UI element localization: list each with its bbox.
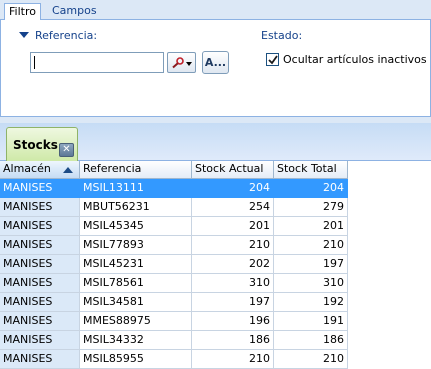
cell-referencia[interactable]: MSIL34581 xyxy=(80,293,192,312)
cell-stock-actual[interactable]: 202 xyxy=(192,255,274,274)
cell-referencia[interactable]: MSIL34332 xyxy=(80,331,192,350)
cell-referencia[interactable]: MSIL85955 xyxy=(80,350,192,369)
table-row[interactable]: MANISES MSIL85955 210 210 xyxy=(0,350,348,369)
panel-separator xyxy=(0,116,431,123)
cell-almacen[interactable]: MANISES xyxy=(0,236,80,255)
cell-referencia[interactable]: MMES88975 xyxy=(80,312,192,331)
referencia-input[interactable] xyxy=(30,52,164,73)
text-caret xyxy=(34,56,35,69)
cell-stock-total[interactable]: 191 xyxy=(274,312,348,331)
cell-stock-total[interactable]: 210 xyxy=(274,350,348,369)
cell-almacen[interactable]: MANISES xyxy=(0,350,80,369)
table-row[interactable]: MANISES MSIL34581 197 192 xyxy=(0,293,348,312)
cell-stock-actual[interactable]: 196 xyxy=(192,312,274,331)
cell-almacen[interactable]: MANISES xyxy=(0,217,80,236)
cell-almacen[interactable]: MANISES xyxy=(0,255,80,274)
cell-stock-actual[interactable]: 310 xyxy=(192,274,274,293)
hide-inactive-checkbox[interactable] xyxy=(266,53,279,66)
cell-stock-actual[interactable]: 186 xyxy=(192,331,274,350)
search-dropdown-button[interactable] xyxy=(167,52,196,73)
cell-almacen[interactable]: MANISES xyxy=(0,198,80,217)
hide-inactive-label[interactable]: Ocultar artículos inactivos xyxy=(283,53,427,66)
table-row[interactable]: MANISES MSIL77893 210 210 xyxy=(0,236,348,255)
results-tab-strip: Stocks ✕ xyxy=(0,123,431,161)
referencia-section-header[interactable]: Referencia: xyxy=(19,29,97,42)
column-header-label: Stock Total xyxy=(277,162,337,175)
tab-campos[interactable]: Campos xyxy=(48,3,101,20)
cell-stock-total[interactable]: 201 xyxy=(274,217,348,236)
cell-stock-total[interactable]: 197 xyxy=(274,255,348,274)
estado-label: Estado: xyxy=(261,29,303,42)
column-header-label: Almacén xyxy=(3,162,51,175)
column-header-stock-total[interactable]: Stock Total xyxy=(274,161,348,179)
cell-almacen[interactable]: MANISES xyxy=(0,312,80,331)
column-header-label: Stock Actual xyxy=(195,162,264,175)
cell-stock-actual[interactable]: 201 xyxy=(192,217,274,236)
column-header-stock-actual[interactable]: Stock Actual xyxy=(192,161,274,179)
close-icon[interactable]: ✕ xyxy=(59,143,74,157)
cell-stock-total[interactable]: 186 xyxy=(274,331,348,350)
table-row[interactable]: MANISES MBUT56231 254 279 xyxy=(0,198,348,217)
chevron-down-icon xyxy=(186,62,192,66)
cell-referencia[interactable]: MSIL45345 xyxy=(80,217,192,236)
table-row[interactable]: MANISES MSIL45345 201 201 xyxy=(0,217,348,236)
cell-almacen[interactable]: MANISES xyxy=(0,293,80,312)
referencia-label: Referencia: xyxy=(35,29,98,42)
cell-referencia[interactable]: MSIL13111 xyxy=(80,179,192,198)
tab-filtro[interactable]: Filtro xyxy=(4,3,41,21)
tab-stocks[interactable]: Stocks ✕ xyxy=(6,127,78,161)
advanced-search-button[interactable]: A... xyxy=(202,51,229,74)
cell-referencia[interactable]: MSIL45231 xyxy=(80,255,192,274)
column-header-referencia[interactable]: Referencia xyxy=(80,161,192,179)
sort-ascending-icon xyxy=(63,167,73,173)
table-row[interactable]: MANISES MSIL78561 310 310 xyxy=(0,274,348,293)
stocks-grid: Almacén Referencia Stock Actual Stock To… xyxy=(0,161,431,369)
search-icon xyxy=(172,57,184,69)
cell-referencia[interactable]: MBUT56231 xyxy=(80,198,192,217)
cell-stock-actual[interactable]: 254 xyxy=(192,198,274,217)
table-row[interactable]: MANISES MMES88975 196 191 xyxy=(0,312,348,331)
column-header-label: Referencia xyxy=(83,162,142,175)
cell-stock-total[interactable]: 279 xyxy=(274,198,348,217)
cell-stock-actual[interactable]: 210 xyxy=(192,236,274,255)
cell-stock-total[interactable]: 310 xyxy=(274,274,348,293)
grid-header: Almacén Referencia Stock Actual Stock To… xyxy=(0,161,348,179)
collapse-triangle-icon[interactable] xyxy=(19,32,29,38)
cell-stock-total[interactable]: 204 xyxy=(274,179,348,198)
checkmark-icon xyxy=(268,55,278,65)
column-header-almacen[interactable]: Almacén xyxy=(0,161,80,179)
table-row[interactable]: MANISES MSIL13111 204 204 xyxy=(0,179,348,198)
stocks-tab-label: Stocks xyxy=(13,138,58,152)
table-row[interactable]: MANISES MSIL45231 202 197 xyxy=(0,255,348,274)
filter-panel: Referencia: A... Estado: Ocultar artícul… xyxy=(0,20,431,116)
cell-stock-actual[interactable]: 197 xyxy=(192,293,274,312)
filter-tab-strip: Filtro Campos xyxy=(0,0,431,21)
cell-referencia[interactable]: MSIL78561 xyxy=(80,274,192,293)
cell-stock-total[interactable]: 210 xyxy=(274,236,348,255)
cell-stock-actual[interactable]: 204 xyxy=(192,179,274,198)
table-row[interactable]: MANISES MSIL34332 186 186 xyxy=(0,331,348,350)
cell-referencia[interactable]: MSIL77893 xyxy=(80,236,192,255)
cell-almacen[interactable]: MANISES xyxy=(0,179,80,198)
cell-stock-actual[interactable]: 210 xyxy=(192,350,274,369)
cell-almacen[interactable]: MANISES xyxy=(0,274,80,293)
cell-stock-total[interactable]: 192 xyxy=(274,293,348,312)
cell-almacen[interactable]: MANISES xyxy=(0,331,80,350)
